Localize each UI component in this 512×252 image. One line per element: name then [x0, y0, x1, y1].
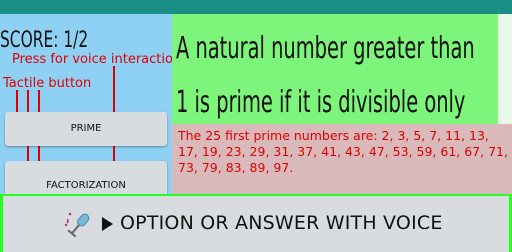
- microphone-icon: [64, 212, 90, 238]
- voice-answer-label: OPTION OR ANSWER WITH VOICE: [120, 212, 443, 234]
- play-icon: [102, 217, 113, 231]
- tactile-annotation: Tactile button: [3, 76, 92, 91]
- voice-answer-button[interactable]: OPTION OR ANSWER WITH VOICE: [60, 204, 460, 244]
- voice-bar: OPTION OR ANSWER WITH VOICE: [0, 194, 512, 252]
- voice-annotation: Press for voice interaction: [12, 52, 182, 67]
- prime-button[interactable]: PRIME: [5, 112, 167, 146]
- info-text: The 25 first prime numbers are: 2, 3, 5,…: [178, 128, 508, 175]
- status-bar: [0, 0, 512, 14]
- score-label: SCORE: 1/2: [0, 28, 89, 53]
- bar-edge-left: [0, 196, 3, 252]
- info-panel: The 25 first prime numbers are: 2, 3, 5,…: [172, 124, 512, 194]
- question-panel: A natural number greater than 1 is prime…: [172, 14, 498, 174]
- scrollbar[interactable]: [498, 14, 512, 124]
